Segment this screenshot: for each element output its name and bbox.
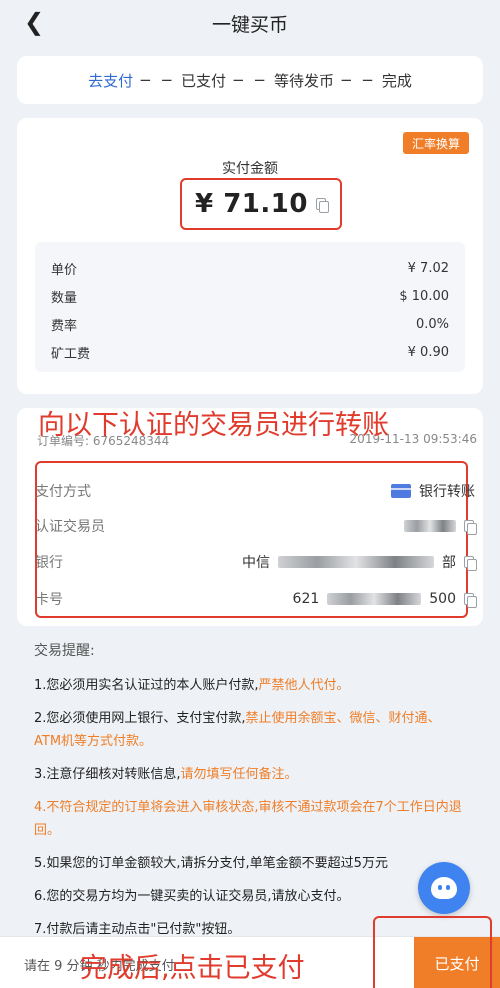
copy-icon[interactable] — [315, 197, 329, 213]
chevron-left-icon[interactable]: ❮ — [24, 8, 44, 36]
fee-label: 费率 — [51, 318, 78, 334]
notice-title: 交易提醒: — [34, 643, 95, 659]
page-title: 一键买币 — [211, 13, 288, 36]
top-nav-bar: ❮ 一键买币 — [0, 0, 500, 46]
amount-value: ¥ 71.10 — [195, 189, 308, 219]
notice-item: 2.您必须使用网上银行、支付宝付款,禁止使用余额宝、微信、财付通、ATM机等方式… — [34, 711, 441, 749]
fee-label: 矿工费 — [51, 346, 91, 362]
annotation-paid-button-box — [373, 916, 492, 988]
fee-value: ¥ 0.90 — [407, 344, 449, 360]
copy-icon[interactable] — [464, 592, 477, 608]
fee-value: 0.0% — [415, 316, 449, 332]
rate-conversion-button[interactable]: 汇率换算 — [402, 132, 469, 154]
trader-name-label: 认证交易员 — [35, 519, 105, 535]
step-separator: − − — [339, 71, 376, 89]
fee-value: ¥ 7.02 — [407, 260, 449, 276]
copy-icon[interactable] — [464, 555, 477, 571]
pay-method-value-group: 银行转账 — [391, 481, 475, 501]
step-pay: 去支付 — [88, 71, 134, 90]
bank-name-prefix: 中信 — [242, 555, 270, 571]
copy-icon[interactable] — [464, 519, 477, 535]
annotation-transfer-instruction: 向以下认证的交易员进行转账 — [38, 410, 389, 441]
step-waiting: 等待发币 — [273, 71, 334, 90]
card-number-prefix: 621 — [292, 591, 320, 607]
trader-name-value-group — [404, 519, 477, 535]
bank-name-suffix: 部 — [442, 555, 456, 571]
fee-row-unit-price: 单价 ¥ 7.02 — [51, 254, 449, 282]
support-face-icon — [431, 877, 457, 899]
step-paid: 已支付 — [181, 71, 227, 90]
notice-item: 4.不符合规定的订单将会进入审核状态,审核不通过款项会在7个工作日内退回。 — [34, 800, 462, 838]
notice-item: 5.如果您的订单金额较大,请拆分支付,单笔金额不要超过5万元 — [34, 856, 388, 871]
bank-value-group: 中信 部 — [242, 552, 477, 572]
fee-row-quantity: 数量 $ 10.00 — [51, 282, 449, 310]
step-done: 完成 — [381, 71, 412, 90]
pay-method-label: 支付方式 — [35, 484, 91, 500]
trader-name-row: 认证交易员 — [35, 513, 477, 539]
blurred-card-number — [327, 593, 422, 605]
fee-row-rate: 费率 0.0% — [51, 310, 449, 338]
bank-label: 银行 — [35, 555, 63, 571]
fee-label: 数量 — [51, 290, 78, 306]
pay-method-value: 银行转账 — [419, 484, 475, 500]
annotation-click-paid: 完成后,点击已支付 — [80, 953, 305, 984]
customer-service-icon[interactable] — [418, 862, 470, 914]
fee-value: $ 10.00 — [399, 288, 449, 304]
pay-method-row: 支付方式 银行转账 — [35, 478, 475, 504]
fee-label: 单价 — [51, 262, 78, 278]
amount-label: 实付金额 — [222, 161, 278, 177]
blurred-trader-name — [404, 520, 456, 532]
card-number-value-group: 621 500 — [292, 591, 477, 608]
card-number-row: 卡号 621 500 — [35, 586, 477, 612]
bank-row: 银行 中信 部 — [35, 549, 477, 575]
notice-item: 1.您必须用实名认证过的本人账户付款,严禁他人代付。 — [34, 678, 350, 693]
blurred-bank-name — [278, 556, 434, 568]
fee-row-miner-fee: 矿工费 ¥ 0.90 — [51, 338, 449, 366]
notice-item: 6.您的交易方均为一键买卖的认证交易员,请放心支付。 — [34, 889, 350, 904]
step-separator: − − — [232, 71, 268, 89]
bank-card-icon — [391, 484, 411, 498]
progress-steps: 去支付 − − 已支付 − − 等待发币 − − 完成 — [17, 56, 483, 104]
amount-highlight-box: ¥ 71.10 — [180, 178, 342, 230]
card-number-label: 卡号 — [35, 592, 63, 608]
fee-details: 单价 ¥ 7.02 数量 $ 10.00 费率 0.0% 矿工费 ¥ 0.90 — [35, 242, 465, 372]
amount-card: 汇率换算 实付金额 ¥ 71.10 单价 ¥ 7.02 数量 $ 10.00 费… — [17, 118, 483, 394]
notice-item: 3.注意仔细核对转账信息,请勿填写任何备注。 — [34, 767, 298, 782]
step-separator: − − — [139, 71, 176, 89]
card-number-suffix: 500 — [429, 591, 456, 607]
